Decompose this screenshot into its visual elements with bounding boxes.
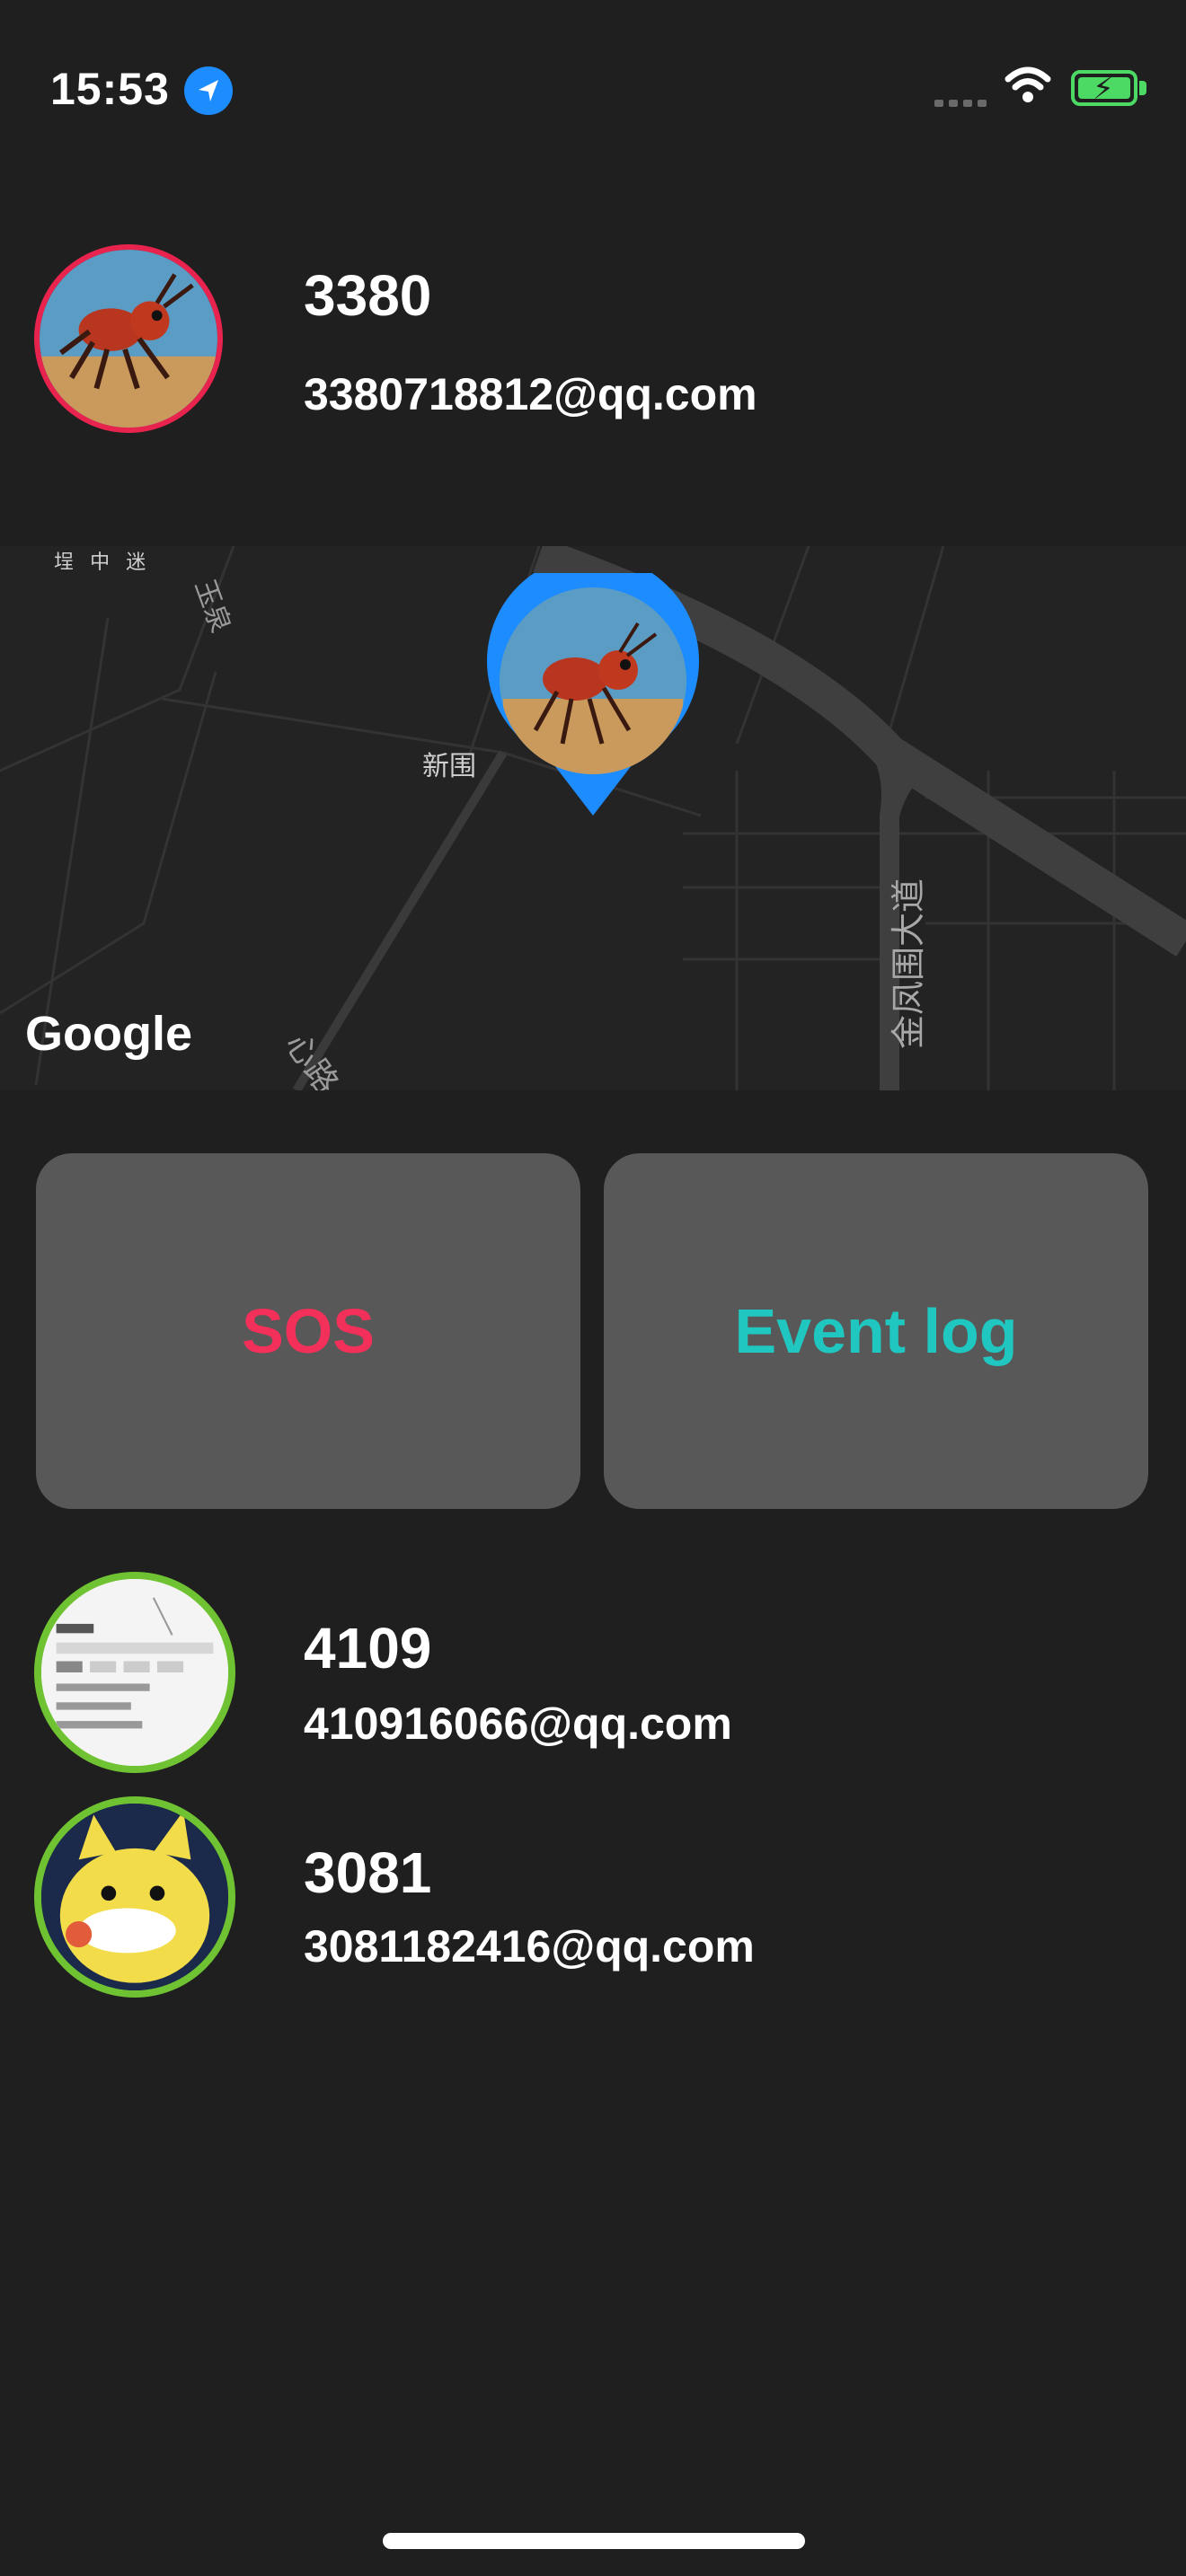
current-user-avatar[interactable] xyxy=(34,244,223,433)
sos-button[interactable]: SOS xyxy=(36,1153,580,1509)
contact-avatar xyxy=(34,1796,235,1998)
contact-name: 3081 xyxy=(304,1840,432,1905)
event-log-button[interactable]: Event log xyxy=(604,1153,1148,1509)
current-user-name: 3380 xyxy=(304,263,432,328)
location-arrow-icon xyxy=(184,66,233,115)
location-marker[interactable] xyxy=(485,573,701,825)
cartoon-avatar-image xyxy=(41,1804,228,1990)
map-label-jinfengwei: 金凤围大道 xyxy=(890,878,928,1049)
contact-row[interactable]: 4109 410916066@qq.com xyxy=(0,1572,1186,1796)
contact-email: 410916066@qq.com xyxy=(304,1698,732,1749)
cellular-signal-icon xyxy=(934,95,992,111)
contact-avatar xyxy=(34,1572,235,1773)
battery-nub xyxy=(1139,81,1146,95)
google-logo: Google xyxy=(25,1007,192,1061)
home-indicator[interactable] xyxy=(383,2533,805,2549)
map-label-xinwei: 新围 xyxy=(422,752,476,781)
battery-charging-icon: ⚡ xyxy=(1071,70,1137,106)
current-user-email: 3380718812@qq.com xyxy=(304,369,757,419)
contact-email: 3081182416@qq.com xyxy=(304,1921,755,1972)
contact-row[interactable]: 3081 3081182416@qq.com xyxy=(0,1796,1186,2003)
contact-name: 4109 xyxy=(304,1616,432,1681)
screenshot-avatar-image xyxy=(41,1579,228,1766)
wifi-icon xyxy=(1005,66,1051,109)
ant-image xyxy=(40,250,217,428)
map-label-top-left: 埕 中 迷 xyxy=(54,551,152,573)
status-time: 15:53 xyxy=(50,64,170,114)
